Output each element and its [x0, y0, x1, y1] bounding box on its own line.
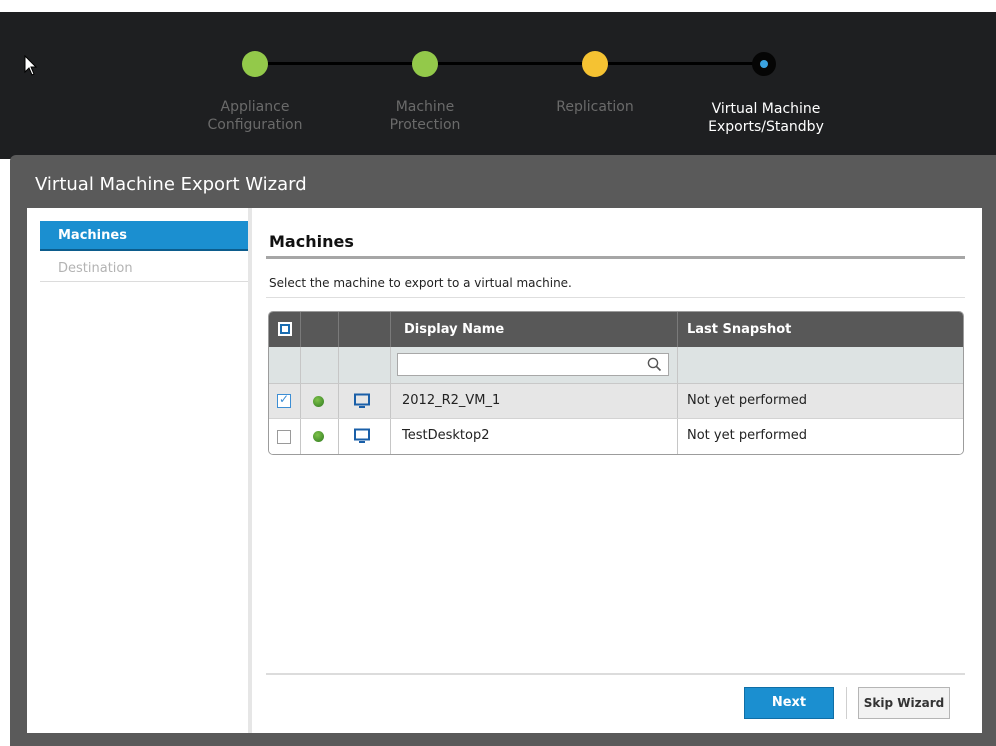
progress-connector — [425, 62, 595, 65]
wizard-sidebar — [27, 208, 252, 733]
skip-wizard-button[interactable]: Skip Wizard — [858, 687, 950, 719]
monitor-icon — [354, 393, 370, 408]
step-dot-appliance-configuration — [242, 51, 268, 77]
mouse-cursor-icon — [24, 55, 38, 76]
select-all-checkbox[interactable] — [278, 322, 292, 336]
panel-description: Select the machine to export to a virtua… — [269, 276, 572, 290]
step-dot-virtual-machine-exports — [752, 52, 776, 76]
cell-display-name: 2012_R2_VM_1 — [402, 393, 501, 408]
step-label-virtual-machine-exports: Virtual Machine Exports/Standby — [708, 101, 824, 135]
step-label-replication: Replication — [556, 99, 634, 115]
cell-last-snapshot: Not yet performed — [687, 393, 807, 408]
progress-connector — [595, 62, 765, 65]
grid-header: Display Name Last Snapshot — [269, 312, 963, 347]
title-divider — [266, 256, 965, 259]
step-label-machine-protection: Machine Protection — [389, 99, 461, 133]
cell-last-snapshot: Not yet performed — [687, 428, 807, 443]
button-separator — [846, 687, 847, 719]
column-header-display-name[interactable]: Display Name — [404, 312, 504, 347]
column-header-last-snapshot[interactable]: Last Snapshot — [687, 312, 791, 347]
sidebar-item-machines[interactable]: Machines — [40, 221, 248, 251]
wizard-progress-bar — [0, 12, 996, 159]
next-button[interactable]: Next — [744, 687, 834, 719]
table-row[interactable]: TestDesktop2 Not yet performed — [269, 419, 963, 454]
cell-display-name: TestDesktop2 — [402, 428, 490, 443]
footer-divider — [266, 673, 965, 675]
search-icon[interactable] — [647, 357, 662, 372]
step-dot-machine-protection — [412, 51, 438, 77]
row-checkbox[interactable] — [277, 392, 291, 408]
display-name-filter-input[interactable] — [397, 353, 669, 376]
step-label-appliance-configuration: Appliance Configuration — [207, 99, 303, 133]
progress-connector — [255, 62, 425, 65]
status-online-icon — [313, 396, 324, 407]
step-dot-replication — [582, 51, 608, 77]
wizard-title: Virtual Machine Export Wizard — [35, 174, 307, 195]
status-online-icon — [313, 431, 324, 442]
description-divider — [266, 297, 965, 298]
monitor-icon — [354, 428, 370, 443]
panel-title: Machines — [269, 232, 354, 251]
row-checkbox[interactable] — [277, 430, 291, 444]
grid-filter-row — [269, 347, 963, 384]
table-row[interactable]: 2012_R2_VM_1 Not yet performed — [269, 384, 963, 419]
sidebar-item-destination[interactable]: Destination — [40, 255, 248, 282]
machines-grid: Display Name Last Snapshot 2012_R2_VM_1 … — [268, 311, 964, 455]
